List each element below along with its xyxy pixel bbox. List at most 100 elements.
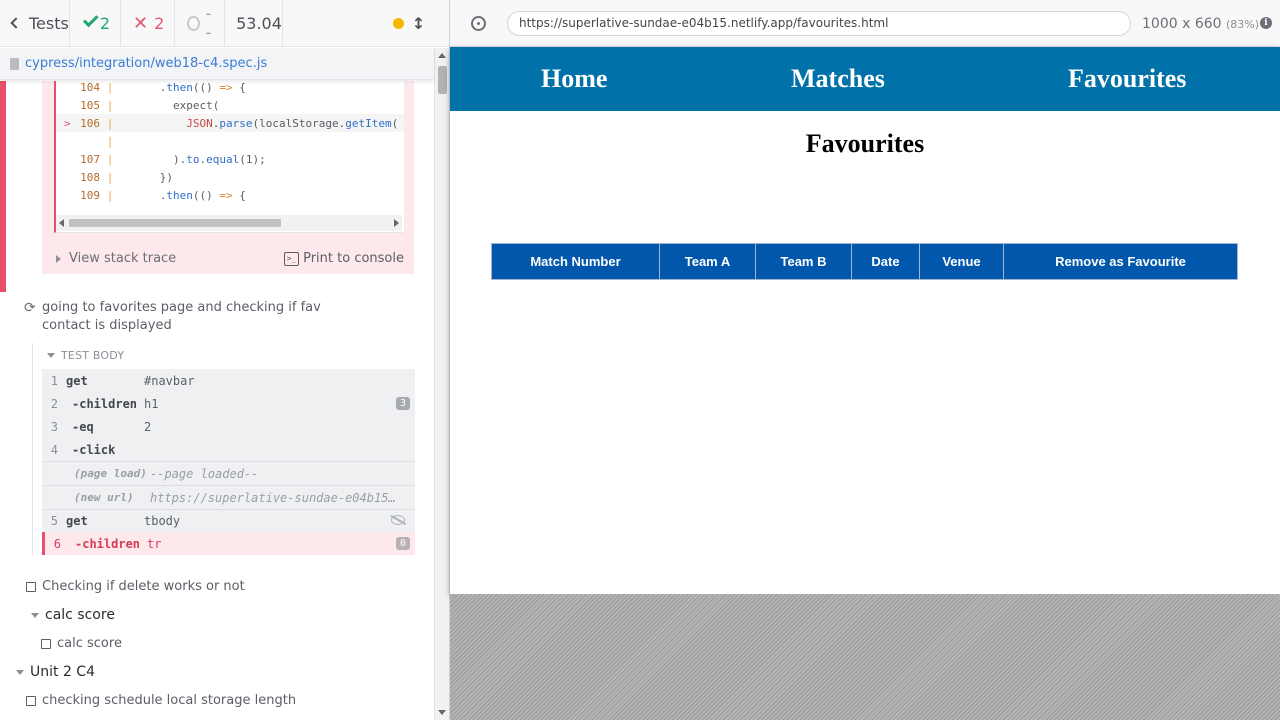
suite-item[interactable]: calc score <box>31 607 115 623</box>
terminal-icon: >_ <box>284 251 300 266</box>
command-row[interactable]: 4 -click <box>42 438 415 461</box>
caret-down-icon <box>47 353 55 358</box>
reporter-scrollbar[interactable] <box>434 48 449 720</box>
command-number: 6 <box>53 536 61 551</box>
command-row-failed[interactable]: 6 -children tr 0 <box>42 532 415 555</box>
reporter-content: 104 | .then(() => { 105 | expect( > 106 … <box>0 81 434 720</box>
scroll-thumb[interactable] <box>438 66 447 94</box>
tests-button[interactable]: Tests <box>0 0 70 47</box>
command-name: -children <box>72 396 138 411</box>
command-row[interactable]: 1 get #navbar <box>42 369 415 392</box>
error-arrow-icon: > <box>64 116 71 130</box>
selector-playground-icon[interactable] <box>471 16 486 31</box>
tests-label: Tests <box>29 13 69 33</box>
header-venue: Venue <box>919 243 1004 280</box>
suite-item[interactable]: Unit 2 C4 <box>16 664 95 680</box>
code-line: | <box>106 134 114 148</box>
x-icon: ✕ <box>133 12 149 34</box>
page-title: Favourites <box>805 129 925 158</box>
suite-label: Unit 2 C4 <box>30 664 95 680</box>
scroll-thumb[interactable] <box>69 219 281 227</box>
pending-ring-icon <box>187 15 200 31</box>
spec-file-bar: cypress/integration/web18-c4.spec.js <box>0 48 434 80</box>
view-stack-trace-toggle[interactable]: View stack trace <box>69 251 176 266</box>
code-line-highlighted: > 106 | JSON.parse(localStorage.getItem( <box>56 114 404 132</box>
command-message: #navbar <box>144 373 195 388</box>
event-row[interactable]: (page load) --page loaded-- <box>42 461 415 485</box>
pending-count[interactable]: -- <box>175 0 226 47</box>
event-message: https://superlative-sundae-e04b15.netlif… <box>150 490 398 505</box>
test-title-text: going to favorites page and checking if … <box>42 300 321 333</box>
command-number: 1 <box>50 373 58 388</box>
line-number: 107 <box>80 152 100 166</box>
failed-count[interactable]: ✕ 2 <box>121 0 176 47</box>
viewport-info[interactable]: 1000 x 660 (83%) <box>1142 16 1259 32</box>
failed-value: 2 <box>154 13 165 33</box>
test-item[interactable]: checking schedule local storage length <box>26 693 296 708</box>
line-number: 108 <box>80 170 100 184</box>
reporter-panel: Tests 2 ✕ 2 -- 53.04 ↕ cypress/integrati… <box>0 0 450 720</box>
print-to-console-button[interactable]: >_ Print to console <box>284 251 404 266</box>
code-line: 108 | }) <box>56 168 404 186</box>
table-header-row: Match Number Team A Team B Date Venue Re… <box>491 243 1238 280</box>
command-message: tbody <box>144 514 181 528</box>
scroll-right-icon[interactable] <box>394 219 399 227</box>
line-number: 109 <box>80 188 100 202</box>
pending-box-icon <box>41 638 51 649</box>
caret-down-icon <box>16 669 24 675</box>
code-text: expect( <box>120 98 220 112</box>
command-number: 2 <box>50 396 58 411</box>
code-line: 109 | .then(() => { <box>56 186 404 204</box>
command-name: get <box>66 514 88 528</box>
command-number: 5 <box>50 514 58 528</box>
command-row[interactable]: 3 -eq 2 <box>42 415 415 438</box>
element-count-badge: 0 <box>396 537 410 550</box>
auto-scroll-icon[interactable]: ↕ <box>412 14 425 33</box>
event-message: --page loaded-- <box>150 466 259 481</box>
command-message: h1 <box>144 396 159 411</box>
nav-matches[interactable]: Matches <box>791 64 885 94</box>
favourites-table: Match Number Team A Team B Date Venue Re… <box>491 243 1238 280</box>
test-item[interactable]: Checking if delete works or not <box>26 579 245 594</box>
viewport-scale: (83%) <box>1226 18 1260 31</box>
line-number: 105 <box>80 98 100 112</box>
code-line: 104 | .then(() => { <box>56 81 404 96</box>
test-body-label: TEST BODY <box>61 349 125 362</box>
nav-favourites[interactable]: Favourites <box>1068 64 1186 94</box>
code-horizontal-scrollbar[interactable] <box>56 215 402 231</box>
event-name: (page load) <box>74 467 147 480</box>
command-row[interactable]: 2 -children h1 3 <box>42 392 415 415</box>
caret-right-icon[interactable] <box>56 254 61 263</box>
stack-trace-row: View stack trace >_ Print to console <box>42 243 414 274</box>
scroll-left-icon[interactable] <box>59 219 64 227</box>
scroll-up-icon[interactable] <box>438 53 446 58</box>
app-iframe: Home Matches Favourites Favourites Match… <box>450 47 1280 594</box>
test-label: Checking if delete works or not <box>42 579 245 594</box>
test-body-header[interactable]: TEST BODY <box>47 349 124 362</box>
header-date: Date <box>851 243 920 280</box>
url-bar[interactable]: https://superlative-sundae-e04b15.netlif… <box>507 11 1131 36</box>
nav-home[interactable]: Home <box>541 64 607 94</box>
command-message: tr <box>147 536 162 551</box>
aut-panel: https://superlative-sundae-e04b15.netlif… <box>450 0 1280 720</box>
element-count-badge: 3 <box>396 397 410 410</box>
command-name: get <box>66 373 88 388</box>
event-row[interactable]: (new url) https://superlative-sundae-e04… <box>42 485 415 509</box>
current-test-title[interactable]: ⟳ going to favorites page and checking i… <box>24 299 364 335</box>
file-icon <box>10 57 19 70</box>
passed-count[interactable]: 2 <box>70 0 122 47</box>
scroll-down-icon[interactable] <box>438 710 446 715</box>
code-text: ).to.equal(1); <box>120 152 266 166</box>
run-controls: ↕ <box>283 0 449 47</box>
test-item[interactable]: calc score <box>41 636 122 651</box>
command-row[interactable]: 5 get tbody <box>42 509 415 532</box>
code-frame: 104 | .then(() => { 105 | expect( > 106 … <box>54 81 404 233</box>
suite-label: calc score <box>45 607 115 623</box>
code-text: JSON.parse(localStorage.getItem( <box>186 116 399 130</box>
aut-header: https://superlative-sundae-e04b15.netlif… <box>450 0 1280 47</box>
test-label: checking schedule local storage length <box>42 693 297 708</box>
info-icon[interactable]: i <box>1260 17 1272 29</box>
command-name: -eq <box>72 419 94 434</box>
spec-file-link[interactable]: cypress/integration/web18-c4.spec.js <box>25 56 267 71</box>
line-number: 104 <box>80 81 100 94</box>
